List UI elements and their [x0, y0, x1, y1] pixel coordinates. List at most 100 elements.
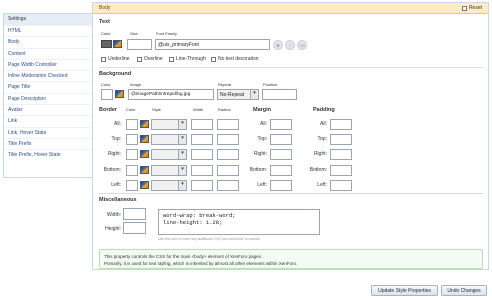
margin-row-label: Left:	[257, 182, 267, 188]
border-width-label: Width	[193, 107, 204, 112]
margin-input[interactable]	[270, 149, 292, 160]
margin-input[interactable]	[270, 119, 292, 130]
border-section-title: Border	[99, 107, 118, 113]
border-style-select[interactable]: ▾	[151, 119, 187, 130]
border-color-input[interactable]	[126, 180, 138, 191]
chevron-down-icon: ▾	[178, 135, 186, 144]
padding-input[interactable]	[330, 180, 352, 191]
border-style-select[interactable]: ▾	[151, 180, 187, 191]
border-width-input[interactable]	[191, 165, 213, 176]
border-color-input[interactable]	[126, 134, 138, 145]
border-width-input[interactable]	[191, 180, 213, 191]
no-decoration-label: No text decoration	[218, 56, 259, 62]
divider	[99, 193, 483, 194]
border-radius-input[interactable]	[217, 119, 239, 130]
padding-row-label: Right:	[313, 151, 327, 157]
line-through-checkbox[interactable]	[169, 56, 174, 62]
underline-option[interactable]: Underline	[101, 56, 129, 62]
chevron-down-icon: ▾	[178, 166, 186, 175]
border-width-input[interactable]	[191, 134, 213, 145]
update-style-properties-button[interactable]: Update Style Properties	[371, 285, 438, 296]
line-through-option[interactable]: Line-Through	[169, 56, 206, 62]
sidebar-item-link-hover[interactable]: Link, Hover State	[4, 126, 92, 138]
bg-position-input[interactable]	[262, 89, 297, 100]
sidebar-item-html[interactable]: HTML	[4, 25, 92, 36]
border-color-input[interactable]	[126, 149, 138, 160]
border-row-label: Right:	[107, 151, 121, 157]
no-decoration-option[interactable]: No text decoration	[211, 56, 259, 62]
margin-input[interactable]	[270, 134, 292, 145]
border-radius-input[interactable]	[217, 180, 239, 191]
misc-height-input[interactable]	[123, 222, 146, 234]
border-style-select[interactable]: ▾	[151, 134, 187, 145]
border-width-input[interactable]	[191, 149, 213, 160]
text-section-title: Text	[99, 19, 110, 25]
chevron-down-icon: ▾	[250, 90, 258, 99]
sidebar-item-page-description[interactable]: Page Description	[4, 92, 92, 104]
italic-button[interactable]: I	[285, 40, 295, 50]
margin-row-label: All:	[260, 121, 267, 127]
font-family-label: Font Family	[156, 31, 177, 36]
margin-input[interactable]	[270, 180, 292, 191]
reset-control[interactable]: Reset	[461, 5, 482, 11]
border-style-select[interactable]: ▾	[151, 149, 187, 160]
border-radius-input[interactable]	[217, 149, 239, 160]
text-size-label: Size	[130, 31, 138, 36]
padding-input[interactable]	[330, 149, 352, 160]
no-decoration-checkbox[interactable]	[211, 56, 216, 62]
text-size-input[interactable]	[127, 39, 152, 50]
chevron-down-icon: ▾	[178, 150, 186, 159]
css-line-1: word-wrap: break-word;	[163, 212, 236, 219]
margin-row-label: Top:	[257, 136, 267, 142]
underline-label: Underline	[108, 56, 130, 62]
padding-input[interactable]	[330, 165, 352, 176]
sidebar-item-title-prefix-hover[interactable]: Title Prefix, Hover State	[4, 149, 92, 160]
bg-repeat-select[interactable]: No-Repeat ▾	[217, 89, 259, 100]
border-width-input[interactable]	[191, 119, 213, 130]
padding-row-label: All:	[320, 121, 327, 127]
border-radius-input[interactable]	[217, 165, 239, 176]
color-picker-icon[interactable]	[140, 150, 149, 158]
sidebar-item-avatar[interactable]: Avatar	[4, 104, 92, 115]
color-picker-icon[interactable]	[140, 120, 149, 128]
color-picker-icon[interactable]	[115, 90, 124, 98]
padding-input[interactable]	[330, 119, 352, 130]
misc-width-label: Width:	[106, 212, 121, 218]
sidebar-header: Settings	[4, 14, 92, 25]
color-picker-icon[interactable]	[140, 135, 149, 143]
reset-checkbox[interactable]	[461, 5, 467, 11]
misc-width-input[interactable]	[123, 208, 146, 220]
text-color-swatch[interactable]	[101, 40, 112, 48]
padding-input[interactable]	[330, 134, 352, 145]
sidebar-item-page-title[interactable]: Page Title	[4, 81, 92, 92]
bg-image-input[interactable]: @imagePath/intrepid/bg.jpg	[128, 89, 214, 100]
sidebar-item-title-prefix[interactable]: Title Prefix	[4, 137, 92, 149]
sidebar-item-content[interactable]: Content	[4, 47, 92, 59]
undo-changes-button[interactable]: Undo Changes	[441, 285, 487, 296]
reset-label: Reset	[468, 5, 482, 11]
bg-color-input[interactable]	[101, 89, 113, 100]
border-radius-input[interactable]	[217, 134, 239, 145]
color-picker-icon[interactable]	[140, 181, 149, 189]
bold-button[interactable]: B	[273, 40, 283, 50]
overline-label: Overline	[144, 56, 163, 62]
margin-input[interactable]	[270, 165, 292, 176]
sidebar-item-body[interactable]: Body	[4, 36, 92, 48]
border-style-select[interactable]: ▾	[151, 165, 187, 176]
sidebar-item-inline-moderation-checked[interactable]: Inline Moderation Checked	[4, 70, 92, 81]
padding-row-label: Left:	[317, 182, 327, 188]
text-case-button[interactable]: Aa	[297, 40, 307, 50]
sidebar-item-page-width-controller[interactable]: Page Width Controller	[4, 58, 92, 70]
color-picker-icon[interactable]	[113, 40, 122, 48]
font-family-input[interactable]: @uix_primaryFont	[155, 39, 270, 50]
custom-css-textarea[interactable]: word-wrap: break-word; line-height: 1.28…	[158, 209, 320, 235]
overline-checkbox[interactable]	[137, 56, 142, 62]
text-color-label: Color	[101, 31, 111, 36]
sidebar-item-link[interactable]: Link	[4, 115, 92, 126]
border-color-input[interactable]	[126, 165, 138, 176]
color-picker-icon[interactable]	[140, 166, 149, 174]
border-color-input[interactable]	[126, 119, 138, 130]
overline-option[interactable]: Overline	[137, 56, 163, 62]
border-style-label: Style	[152, 107, 161, 112]
underline-checkbox[interactable]	[101, 56, 106, 62]
